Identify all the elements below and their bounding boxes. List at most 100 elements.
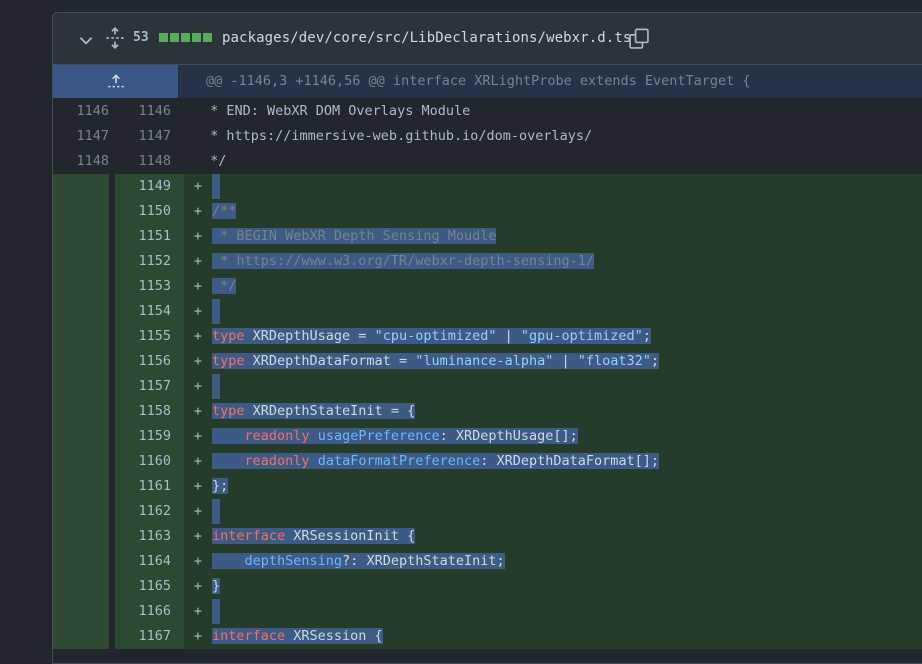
added-line: 1160 + readonly dataFormatPreference: XRD… (53, 449, 922, 474)
old-line-number[interactable]: 1148 (53, 149, 109, 174)
code-token: */ (212, 278, 237, 294)
code-token: : XRDepthDataFormat[]; (480, 453, 660, 469)
old-line-number[interactable] (53, 474, 109, 499)
addition-marker: + (193, 303, 203, 319)
old-line-number[interactable] (53, 524, 109, 549)
old-line-number[interactable] (53, 249, 109, 274)
unfold-icon[interactable] (105, 27, 125, 49)
new-line-number[interactable]: 1164 (115, 549, 184, 574)
file-path[interactable]: packages/dev/core/src/LibDeclarations/we… (222, 30, 631, 46)
old-line-number[interactable] (53, 174, 109, 199)
code-token: XRSession { (285, 628, 383, 644)
code-token: readonly (244, 453, 310, 469)
code-token: interface (212, 628, 286, 644)
added-line: 1155 + type XRDepthUsage = "cpu-optimized"… (53, 324, 922, 349)
new-line-number[interactable]: 1149 (115, 174, 184, 199)
code-token: ; (650, 353, 660, 369)
code-token: | (496, 328, 521, 344)
old-line-number[interactable]: 1146 (53, 99, 109, 124)
selected-code (212, 499, 220, 524)
old-line-number[interactable] (53, 399, 109, 424)
code-text: + readonly usagePreference: XRDepthUsage… (184, 424, 922, 449)
added-line: 1164 + depthSensing?: XRDepthStateInit; (53, 549, 922, 574)
old-line-number[interactable] (53, 224, 109, 249)
code-token: type (212, 403, 245, 419)
added-line: 1167 + interface XRSession { (53, 624, 922, 649)
new-line-number[interactable]: 1162 (115, 499, 184, 524)
old-line-number[interactable] (53, 499, 109, 524)
new-line-number[interactable]: 1146 (115, 99, 171, 124)
selected-code: }; (212, 478, 229, 494)
old-line-number[interactable]: 1147 (53, 124, 109, 149)
added-line: 1158 + type XRDepthStateInit = { (53, 399, 922, 424)
code-text: * END: WebXR DOM Overlays Module (202, 103, 471, 119)
old-line-number[interactable] (53, 599, 109, 624)
old-line-number[interactable] (53, 199, 109, 224)
new-line-number[interactable]: 1148 (115, 149, 171, 174)
code-token: type (212, 353, 245, 369)
new-line-number[interactable]: 1167 (115, 624, 184, 649)
addition-marker: + (193, 328, 203, 344)
selected-code: type XRDepthStateInit = { (212, 403, 416, 419)
new-line-number[interactable]: 1150 (115, 199, 184, 224)
new-line-number[interactable]: 1147 (115, 124, 171, 149)
additions-count: 53 (133, 30, 149, 45)
old-line-number[interactable] (53, 374, 109, 399)
addition-marker: + (193, 553, 203, 569)
addition-marker: + (193, 478, 203, 494)
added-line: 1166 + (53, 599, 922, 624)
added-line: 1149 + (53, 174, 922, 199)
old-line-number[interactable] (53, 424, 109, 449)
copy-icon[interactable] (628, 28, 650, 50)
code-token: XRDepthUsage = (244, 328, 375, 344)
new-line-number[interactable]: 1166 (115, 599, 184, 624)
new-line-number[interactable]: 1158 (115, 399, 184, 424)
new-line-number[interactable]: 1155 (115, 324, 184, 349)
code-text: + (184, 599, 922, 624)
code-token: "luminance-alpha" (415, 353, 554, 369)
new-line-number[interactable]: 1165 (115, 574, 184, 599)
old-line-number[interactable] (53, 349, 109, 374)
selected-code: */ (212, 278, 237, 294)
chevron-down-icon[interactable] (77, 31, 95, 49)
selected-code (212, 599, 220, 624)
new-line-number[interactable]: 1154 (115, 299, 184, 324)
code-text: + (184, 174, 922, 199)
new-line-number[interactable]: 1160 (115, 449, 184, 474)
old-line-number[interactable] (53, 549, 109, 574)
expand-up-button[interactable] (53, 65, 178, 98)
old-line-number[interactable] (53, 449, 109, 474)
code-token: readonly (244, 428, 310, 444)
old-line-number[interactable] (53, 299, 109, 324)
old-line-number[interactable] (53, 274, 109, 299)
new-line-number[interactable]: 1151 (115, 224, 184, 249)
old-line-number[interactable] (53, 574, 109, 599)
code-token: * https://www.w3.org/TR/webxr-depth-sens… (212, 253, 595, 269)
new-line-number[interactable]: 1156 (115, 349, 184, 374)
selected-code: type XRDepthDataFormat = "luminance-alph… (212, 353, 660, 369)
addition-marker: + (193, 378, 203, 394)
added-line: 1152 + * https://www.w3.org/TR/webxr-dept… (53, 249, 922, 274)
added-line: 1151 + * BEGIN WebXR Depth Sensing Moudle (53, 224, 922, 249)
new-line-number[interactable]: 1152 (115, 249, 184, 274)
code-token: XRDepthStateInit = { (244, 403, 416, 419)
code-token: dataFormatPreference (317, 453, 481, 469)
new-line-number[interactable]: 1157 (115, 374, 184, 399)
selected-code: interface XRSessionInit { (212, 528, 416, 544)
code-token: XRSessionInit { (285, 528, 416, 544)
code-token: depthSensing (244, 553, 343, 569)
code-text: + (184, 299, 922, 324)
new-line-number[interactable]: 1159 (115, 424, 184, 449)
old-line-number[interactable] (53, 624, 109, 649)
addition-marker: + (193, 203, 203, 219)
new-line-number[interactable]: 1153 (115, 274, 184, 299)
code-token: interface (212, 528, 286, 544)
addition-marker: + (193, 578, 203, 594)
addition-marker: + (193, 253, 203, 269)
new-line-number[interactable]: 1163 (115, 524, 184, 549)
selected-code: * BEGIN WebXR Depth Sensing Moudle (212, 228, 497, 244)
old-line-number[interactable] (53, 324, 109, 349)
new-line-number[interactable]: 1161 (115, 474, 184, 499)
